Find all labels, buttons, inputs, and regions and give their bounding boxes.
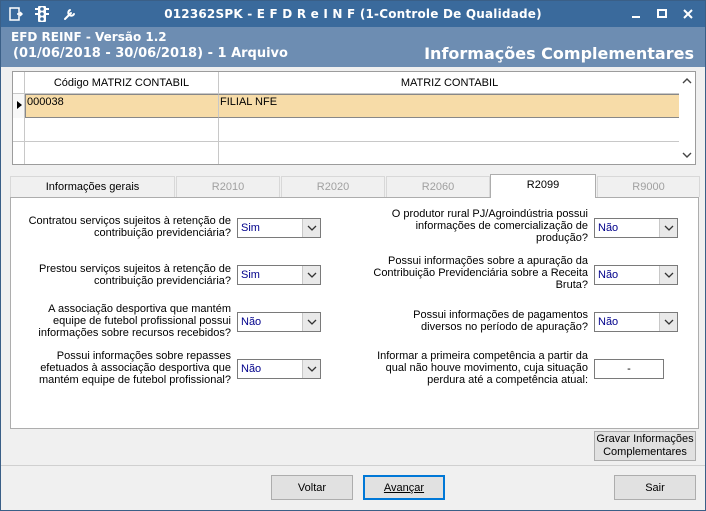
page-header: EFD REINF - Versão 1.2 (01/06/2018 - 30/… xyxy=(1,27,705,67)
column-header-codigo[interactable]: Código MATRIZ CONTABIL xyxy=(25,72,219,93)
main-window: 012362SPK - E F D R e I N F (1-Controle … xyxy=(0,0,706,511)
table-row[interactable]: 000038 FILIAL NFE xyxy=(13,94,680,118)
question-repasses: Possui informações sobre repasses efetua… xyxy=(38,350,231,386)
tab-r9000[interactable]: R9000 xyxy=(597,176,700,197)
question-prestou: Prestou serviços sujeitos à retenção de … xyxy=(39,263,231,287)
repasses-value: Não xyxy=(241,363,262,375)
scroll-up-icon[interactable] xyxy=(682,76,692,86)
minimize-button[interactable] xyxy=(623,4,649,24)
cell-codigo[interactable]: 000038 xyxy=(25,94,219,118)
grid-scrollbar[interactable] xyxy=(679,72,695,164)
tab-panel-r2099: Contratou serviços sujeitos à retenção d… xyxy=(10,197,699,429)
pagamentos-diversos-value: Não xyxy=(598,316,619,328)
prestou-select[interactable]: Sim xyxy=(237,265,321,285)
prestou-value: Sim xyxy=(241,269,260,281)
next-button[interactable]: Avançar xyxy=(363,475,445,500)
primeira-competencia-input[interactable]: - xyxy=(594,359,664,379)
close-icon xyxy=(683,9,693,19)
version-label: EFD REINF - Versão 1.2 xyxy=(11,30,167,44)
back-label: Voltar xyxy=(297,481,327,494)
exit-button[interactable]: Sair xyxy=(614,475,696,500)
save-info-label-2: Complementares xyxy=(603,446,687,458)
question-pagamentos-diversos: Possui informações de pagamentos diverso… xyxy=(413,309,588,333)
page-title: Informações Complementares xyxy=(424,44,694,63)
tab-r2060[interactable]: R2060 xyxy=(386,176,490,197)
tab-r2020[interactable]: R2020 xyxy=(281,176,385,197)
chevron-down-icon[interactable] xyxy=(659,266,677,284)
question-receita-bruta: Possui informações sobre a apuração da C… xyxy=(373,255,588,291)
save-info-label-1: Gravar Informações xyxy=(596,433,694,445)
repasses-select[interactable]: Não xyxy=(237,359,321,379)
contratou-value: Sim xyxy=(241,222,260,234)
chevron-down-icon[interactable] xyxy=(659,313,677,331)
row-indicator xyxy=(13,94,25,118)
row-pointer-icon xyxy=(17,101,22,109)
next-label: Avançar xyxy=(383,481,425,494)
period-label: (01/06/2018 - 30/06/2018) - 1 Arquivo xyxy=(13,46,288,61)
tab-informacoes-gerais[interactable]: Informações gerais xyxy=(10,176,175,197)
window-title: 012362SPK - E F D R e I N F (1-Controle … xyxy=(164,7,542,21)
question-produtor-rural: O produtor rural PJ/Agroindústria possui… xyxy=(391,208,588,244)
chevron-down-icon[interactable] xyxy=(302,266,320,284)
save-info-button[interactable]: Gravar Informações Complementares xyxy=(594,431,696,461)
receita-bruta-value: Não xyxy=(598,269,619,281)
column-header-matriz[interactable]: MATRIZ CONTABIL xyxy=(219,72,680,93)
associacao-recursos-select[interactable]: Não xyxy=(237,312,321,332)
chevron-down-icon[interactable] xyxy=(659,219,677,237)
matriz-grid[interactable]: Código MATRIZ CONTABIL MATRIZ CONTABIL 0… xyxy=(12,71,696,165)
contratou-select[interactable]: Sim xyxy=(237,218,321,238)
minimize-icon xyxy=(632,16,640,18)
cell-matriz[interactable]: FILIAL NFE xyxy=(219,94,680,118)
title-bar: 012362SPK - E F D R e I N F (1-Controle … xyxy=(1,1,705,27)
tab-bar: Informações gerais R2010 R2020 R2060 R20… xyxy=(10,174,700,198)
tab-r2099[interactable]: R2099 xyxy=(490,174,596,198)
scroll-down-icon[interactable] xyxy=(682,150,692,160)
chevron-down-icon[interactable] xyxy=(302,360,320,378)
exit-label: Sair xyxy=(645,481,665,494)
produtor-rural-value: Não xyxy=(598,222,619,234)
maximize-icon xyxy=(657,9,667,18)
pagamentos-diversos-select[interactable]: Não xyxy=(594,312,678,332)
chevron-down-icon[interactable] xyxy=(302,219,320,237)
back-button[interactable]: Voltar xyxy=(271,475,353,500)
close-button[interactable] xyxy=(675,4,701,24)
question-associacao-recursos: A associação desportiva que mantém equip… xyxy=(38,303,231,339)
receita-bruta-select[interactable]: Não xyxy=(594,265,678,285)
question-primeira-competencia: Informar a primeira competência a partir… xyxy=(377,350,588,386)
produtor-rural-select[interactable]: Não xyxy=(594,218,678,238)
grid-header: Código MATRIZ CONTABIL MATRIZ CONTABIL xyxy=(13,72,680,94)
associacao-recursos-value: Não xyxy=(241,316,262,328)
maximize-button[interactable] xyxy=(649,4,675,24)
question-contratou: Contratou serviços sujeitos à retenção d… xyxy=(28,215,231,239)
chevron-down-icon[interactable] xyxy=(302,313,320,331)
tab-r2010[interactable]: R2010 xyxy=(176,176,280,197)
